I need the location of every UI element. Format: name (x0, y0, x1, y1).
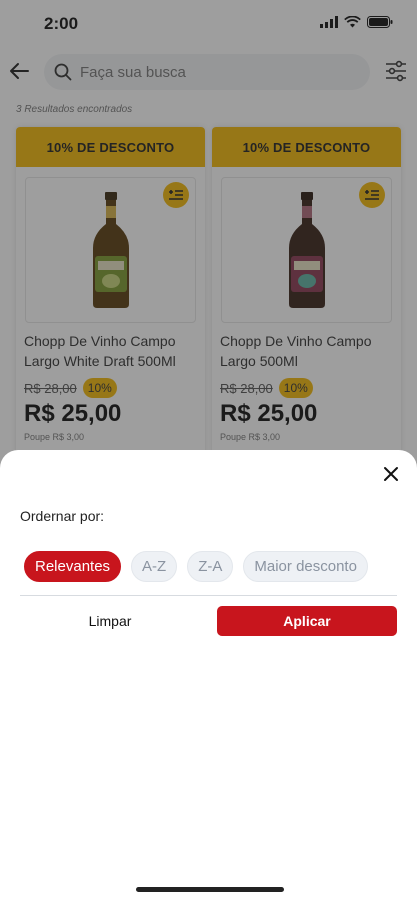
sort-bottom-sheet: Ordernar por: Relevantes A-Z Z-A Maior d… (0, 450, 417, 900)
close-icon (384, 467, 398, 481)
home-indicator[interactable] (136, 887, 284, 892)
sort-option-relevantes[interactable]: Relevantes (24, 551, 122, 582)
sort-option-a-z[interactable]: A-Z (131, 551, 178, 582)
sort-option-z-a[interactable]: Z-A (187, 551, 234, 582)
divider (20, 595, 397, 596)
sort-option-maior-desconto[interactable]: Maior desconto (243, 551, 368, 582)
clear-button[interactable]: Limpar (20, 606, 200, 636)
sort-options: Relevantes A-Z Z-A Maior desconto (24, 551, 368, 582)
close-button[interactable] (379, 462, 403, 486)
search-results-screen: 2:00 3 Resultados encontrados 10% DE DE (0, 0, 417, 900)
sort-label: Ordernar por: (20, 508, 105, 524)
apply-button[interactable]: Aplicar (217, 606, 397, 636)
